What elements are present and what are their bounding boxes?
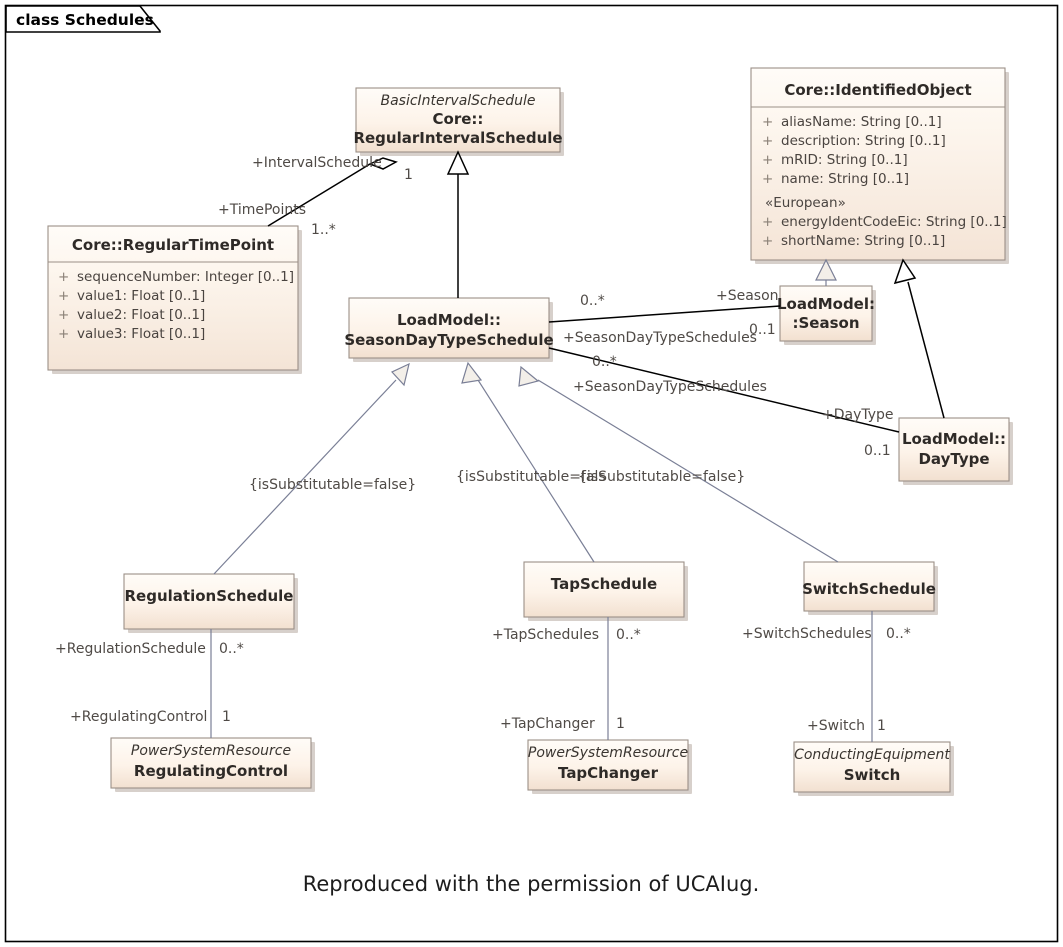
class-regulatingcontrol[interactable]: PowerSystemResource RegulatingControl [110,737,315,792]
attr-visibility: + [762,171,773,187]
generalization-switchschedule-to-seasondaytypeschedule[interactable]: {isSubstitutable=false} [518,365,839,563]
class-name-line2: RegularIntervalSchedule [353,129,562,147]
multiplicity-target: 0..1 [749,322,776,338]
association-tapschedule-tapchanger[interactable]: +TapSchedules 0..* +TapChanger 1 [492,617,641,740]
multiplicity-source: 1..* [311,222,336,238]
class-parent-label: PowerSystemResource [528,745,688,761]
class-name: RegulationSchedule [125,587,294,605]
attr-text: sequenceNumber: Integer [0..1] [77,269,294,285]
multiplicity-target: 1 [616,716,625,732]
class-tapschedule[interactable]: TapSchedule [523,561,688,621]
uml-class-diagram: class Schedules BasicIntervalSchedule Co… [0,0,1063,947]
attr-visibility: + [58,326,69,342]
class-core-regularintervalschedule[interactable]: BasicIntervalSchedule Core:: RegularInte… [353,87,564,156]
role-label-source: +TapSchedules [492,627,599,643]
class-name-line2: DayType [918,450,989,468]
role-label-source: +SeasonDayTypeSchedules [573,379,767,395]
association-regulationschedule-regulatingcontrol[interactable]: +RegulationSchedule 0..* +RegulatingCont… [55,629,244,738]
class-name-line2: SeasonDayTypeSchedule [344,331,553,349]
attr-visibility: + [762,233,773,249]
multiplicity-source: 0..* [580,293,605,309]
class-switch[interactable]: ConductingEquipment Switch [793,741,954,796]
generalization-daytype-to-identifiedobject[interactable] [893,258,945,419]
class-loadmodel-season[interactable]: LoadModel: :Season [777,285,876,345]
multiplicity-target: 1 [404,167,413,183]
role-label-target: +TapChanger [500,716,595,732]
generalization-regulationschedule-to-seasondaytypeschedule[interactable]: {isSubstitutable=false} [213,362,416,575]
role-label-target: +Season [716,288,779,304]
class-parent-label: BasicIntervalSchedule [380,93,535,109]
role-label-source: +TimePoints [218,202,306,218]
class-name: SwitchSchedule [802,580,936,598]
constraint-label: {isSubstitutable=false} [249,477,416,493]
role-label-target: +IntervalSchedule [252,155,382,171]
attr-visibility: + [58,307,69,323]
class-name-line1: LoadModel:: [902,430,1006,448]
attr-visibility: + [762,114,773,130]
class-name: RegulatingControl [134,762,288,780]
class-name-line1: LoadModel:: [397,311,501,329]
multiplicity-source: 0..* [592,354,617,370]
class-core-identifiedobject[interactable]: Core::IdentifiedObject + aliasName: Stri… [750,67,1009,264]
multiplicity-target: 1 [877,718,886,734]
class-loadmodel-seasondaytypeschedule[interactable]: LoadModel:: SeasonDayTypeSchedule [344,297,554,362]
attr-text: aliasName: String [0..1] [781,114,942,130]
multiplicity-source: 0..* [616,627,641,643]
diagram-caption: Reproduced with the permission of UCAIug… [303,872,760,896]
stereotype-label: «European» [765,195,846,211]
class-name: Core::IdentifiedObject [784,81,971,99]
frame-label: class Schedules [16,11,154,29]
class-parent-label: ConductingEquipment [794,747,950,763]
attr-text: mRID: String [0..1] [781,152,908,168]
role-label-target: +RegulatingControl [70,709,207,725]
class-loadmodel-daytype[interactable]: LoadModel:: DayType [898,417,1013,485]
multiplicity-target: 0..1 [864,443,891,459]
class-name-line2: :Season [792,314,859,332]
class-regulationschedule[interactable]: RegulationSchedule [123,573,298,633]
role-label-source: +SwitchSchedules [742,626,872,642]
association-schedule-season[interactable]: 0..* +SeasonDayTypeSchedules +Season 0..… [548,288,781,346]
attr-visibility: + [58,288,69,304]
role-label-source: +SeasonDayTypeSchedules [563,330,757,346]
role-label-source: +RegulationSchedule [55,641,206,657]
attr-visibility: + [58,269,69,285]
attr-text: value2: Float [0..1] [77,307,205,323]
attr-visibility: + [762,152,773,168]
class-core-regulartimepoint[interactable]: Core::RegularTimePoint + sequenceNumber:… [47,225,302,374]
class-name-line1: LoadModel: [777,295,875,313]
constraint-label: {isSubstitutable=false} [578,469,745,485]
class-name: Core::RegularTimePoint [72,236,274,254]
class-name: TapSchedule [551,575,657,593]
multiplicity-target: 1 [222,709,231,725]
class-name: TapChanger [558,764,659,782]
association-schedule-daytype[interactable]: 0..* +SeasonDayTypeSchedules +DayType 0.… [548,347,900,459]
class-switchschedule[interactable]: SwitchSchedule [802,561,938,615]
role-label-target: +Switch [807,718,865,734]
attr-visibility: + [762,214,773,230]
attr-text: shortName: String [0..1] [781,233,945,249]
attr-text: value1: Float [0..1] [77,288,205,304]
attr-text: energyIdentCodeEic: String [0..1] [781,214,1007,230]
attr-text: name: String [0..1] [781,171,909,187]
class-name: Switch [844,766,901,784]
attr-visibility: + [762,133,773,149]
generalization-seasondaytypeschedule-to-regularintervalschedule[interactable] [446,150,470,298]
class-parent-label: PowerSystemResource [131,743,291,759]
class-tapchanger[interactable]: PowerSystemResource TapChanger [527,739,692,794]
attr-text: description: String [0..1] [781,133,946,149]
association-switchschedule-switch[interactable]: +SwitchSchedules 0..* +Switch 1 [742,611,911,742]
multiplicity-source: 0..* [219,641,244,657]
role-label-target: +DayType [822,407,894,423]
attr-text: value3: Float [0..1] [77,326,205,342]
multiplicity-source: 0..* [886,626,911,642]
class-name-line1: Core:: [433,110,484,128]
